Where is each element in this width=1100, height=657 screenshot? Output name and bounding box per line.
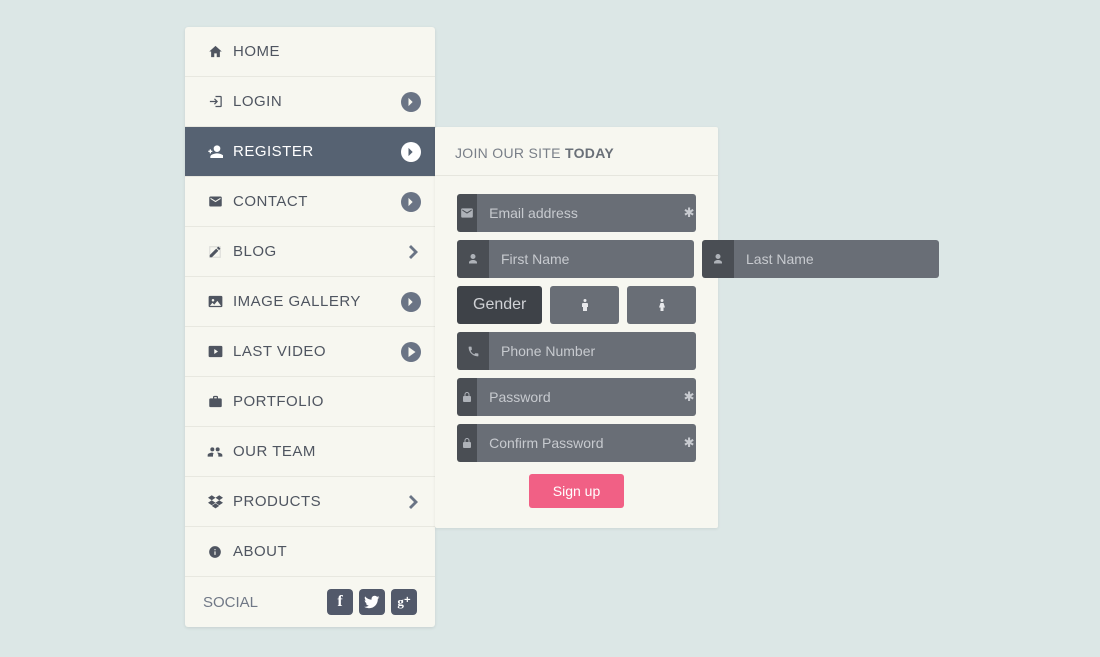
signin-icon [203, 94, 227, 109]
gender-label: Gender [457, 286, 542, 324]
email-field-wrap: ✱ [457, 194, 696, 232]
play-icon [401, 342, 421, 362]
sidebar-item-register[interactable]: REGISTER [185, 127, 435, 177]
gender-female-button[interactable] [627, 286, 696, 324]
sidebar-item-label: REGISTER [233, 143, 314, 160]
social-row: SOCIAL f g⁺ [185, 577, 435, 627]
edit-icon [203, 245, 227, 259]
sidebar-item-last-video[interactable]: LAST VIDEO [185, 327, 435, 377]
chevron-right-icon [401, 92, 421, 112]
briefcase-icon [203, 394, 227, 409]
panel-heading-pre: JOIN OUR SITE [455, 145, 565, 161]
twitter-icon[interactable] [359, 589, 385, 615]
required-marker: ✱ [682, 194, 696, 232]
mail-icon [203, 194, 227, 209]
user-plus-icon [203, 144, 227, 160]
sidebar-item-label: CONTACT [233, 193, 308, 210]
gender-row: Gender [457, 286, 696, 324]
social-label: SOCIAL [203, 594, 258, 611]
gender-male-button[interactable] [550, 286, 619, 324]
signup-button[interactable]: Sign up [529, 474, 624, 508]
sidebar-item-blog[interactable]: BLOG [185, 227, 435, 277]
chevron-right-icon [409, 244, 419, 260]
phone-input[interactable] [489, 332, 696, 370]
chevron-right-icon [401, 142, 421, 162]
confirm-password-input[interactable] [477, 424, 682, 462]
sidebar-item-home[interactable]: HOME [185, 27, 435, 77]
panel-heading-strong: TODAY [565, 145, 614, 161]
info-icon [203, 545, 227, 559]
sidebar-item-image-gallery[interactable]: IMAGE GALLERY [185, 277, 435, 327]
sidebar-item-label: LOGIN [233, 93, 282, 110]
required-marker: ✱ [682, 378, 696, 416]
required-marker: ✱ [682, 424, 696, 462]
sidebar-item-label: LAST VIDEO [233, 343, 326, 360]
sidebar-item-login[interactable]: LOGIN [185, 77, 435, 127]
sidebar-item-portfolio[interactable]: PORTFOLIO [185, 377, 435, 427]
user-icon [702, 240, 734, 278]
confirm-password-field-wrap: ✱ [457, 424, 696, 462]
sidebar-item-label: HOME [233, 43, 280, 60]
sidebar-item-label: PORTFOLIO [233, 393, 324, 410]
phone-icon [457, 332, 489, 370]
group-icon [203, 444, 227, 460]
sidebar-item-label: OUR TEAM [233, 443, 316, 460]
chevron-right-icon [401, 292, 421, 312]
register-form: ✱ Gender [435, 176, 718, 528]
lastname-field-wrap [702, 240, 939, 278]
password-input[interactable] [477, 378, 682, 416]
mail-icon [457, 194, 477, 232]
sidebar-item-contact[interactable]: CONTACT [185, 177, 435, 227]
phone-field-wrap [457, 332, 696, 370]
lock-icon [457, 378, 477, 416]
home-icon [203, 44, 227, 59]
video-icon [203, 344, 227, 359]
sidebar: HOME LOGIN REGISTER CONTACT BLOG IMAGE GALLER… [185, 27, 435, 627]
dropbox-icon [203, 494, 227, 509]
chevron-right-icon [409, 494, 419, 510]
sidebar-item-products[interactable]: PRODUCTS [185, 477, 435, 527]
lock-icon [457, 424, 477, 462]
password-field-wrap: ✱ [457, 378, 696, 416]
sidebar-item-label: IMAGE GALLERY [233, 293, 361, 310]
email-input[interactable] [477, 194, 682, 232]
sidebar-item-about[interactable]: ABOUT [185, 527, 435, 577]
chevron-right-icon [401, 192, 421, 212]
sidebar-item-label: ABOUT [233, 543, 287, 560]
panel-header: JOIN OUR SITE TODAY [435, 127, 718, 176]
firstname-input[interactable] [489, 240, 694, 278]
sidebar-item-label: BLOG [233, 243, 277, 260]
firstname-field-wrap [457, 240, 694, 278]
facebook-icon[interactable]: f [327, 589, 353, 615]
lastname-input[interactable] [734, 240, 939, 278]
google-plus-icon[interactable]: g⁺ [391, 589, 417, 615]
user-icon [457, 240, 489, 278]
register-panel: JOIN OUR SITE TODAY ✱ [435, 127, 718, 528]
sidebar-item-our-team[interactable]: OUR TEAM [185, 427, 435, 477]
image-icon [203, 294, 227, 309]
sidebar-item-label: PRODUCTS [233, 493, 321, 510]
